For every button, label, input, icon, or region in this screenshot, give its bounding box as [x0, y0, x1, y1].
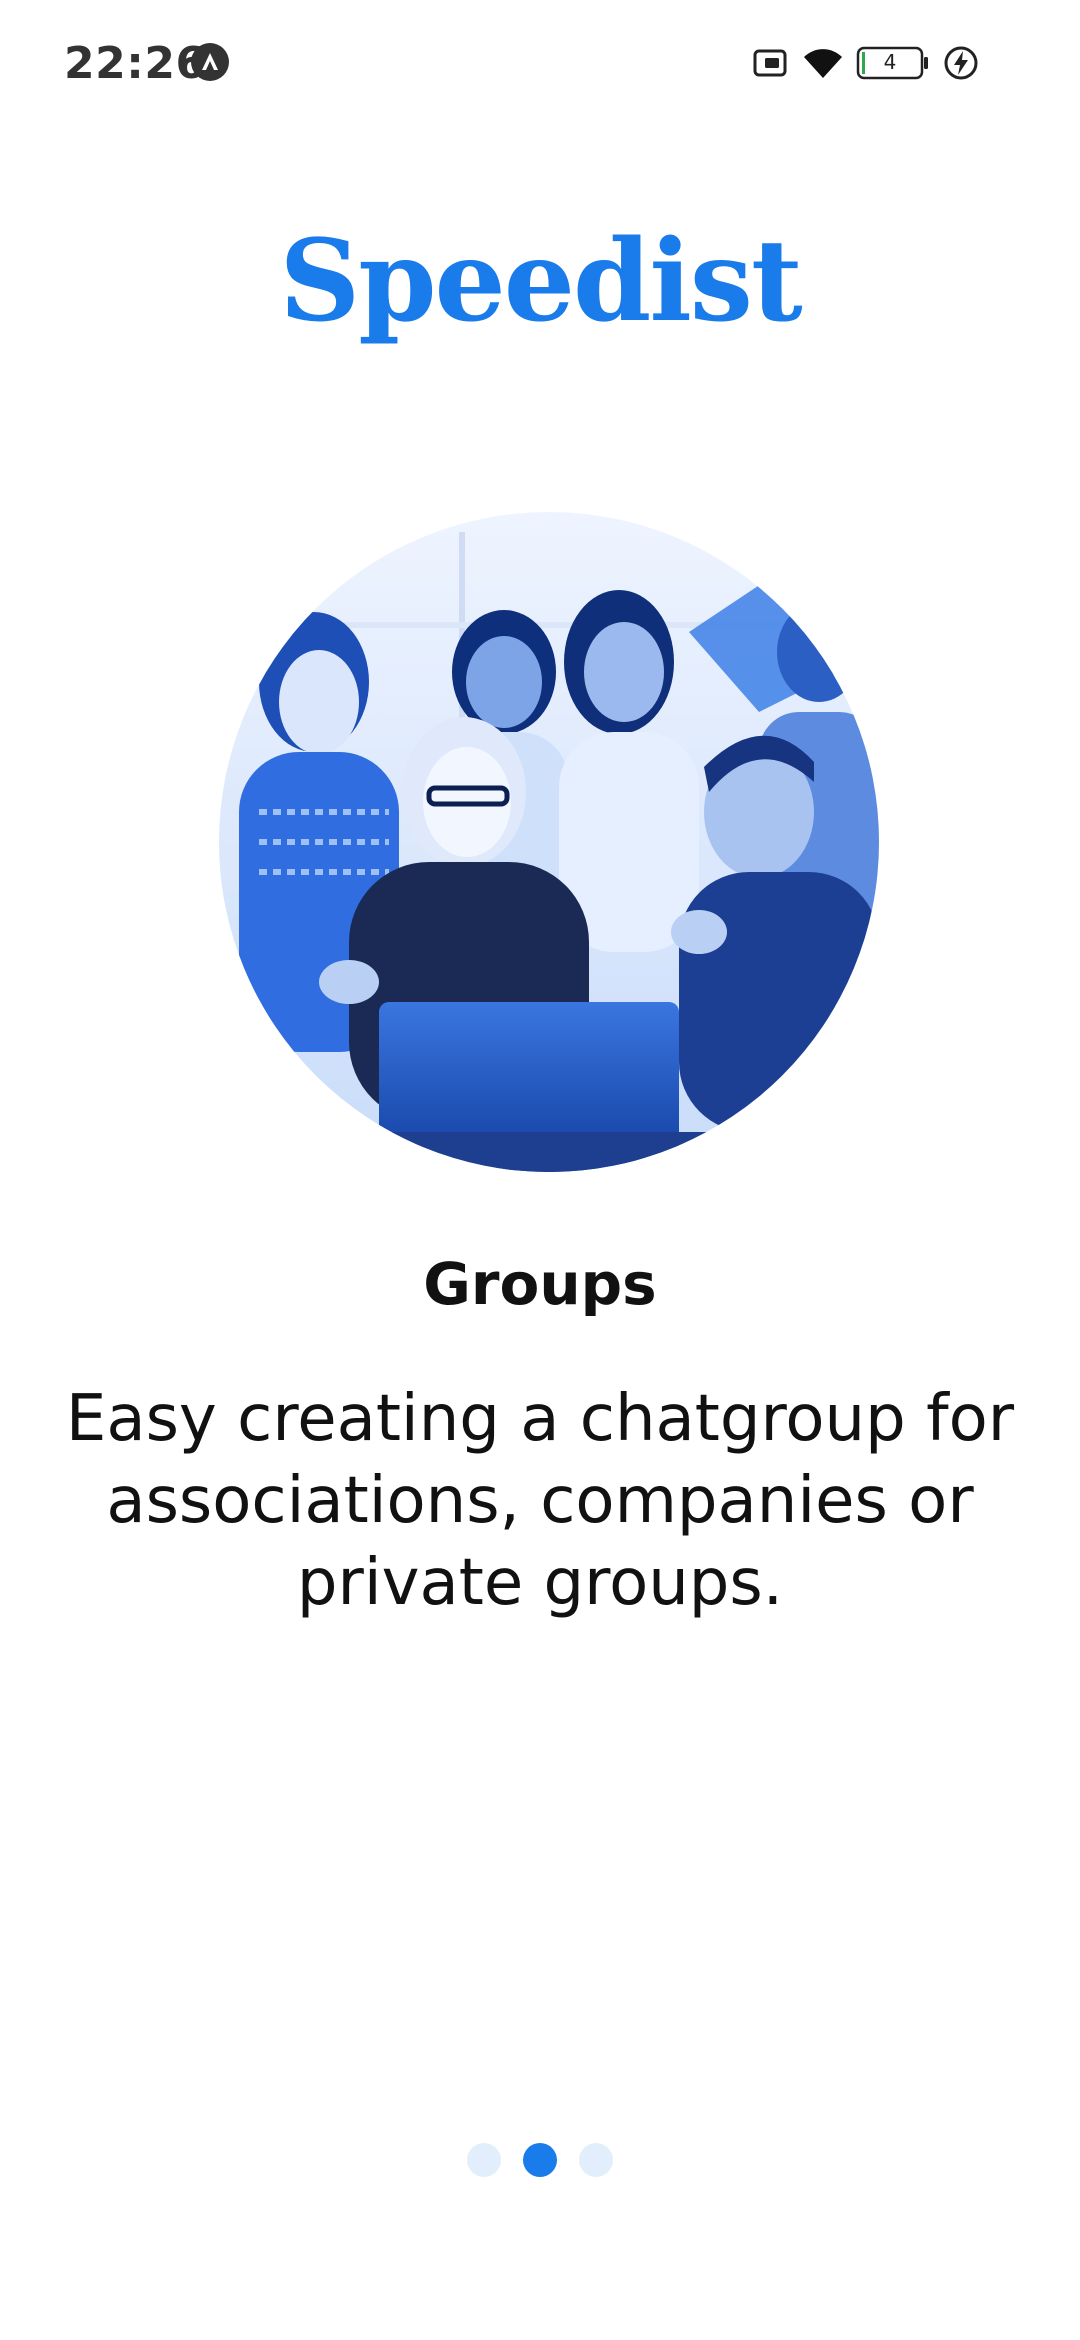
page-dot-3[interactable] — [579, 2143, 613, 2177]
app-logo: Speedist — [279, 216, 802, 347]
page-dot-1[interactable] — [467, 2143, 501, 2177]
slide-description: Easy creating a chatgroup for associatio… — [65, 1382, 1015, 1620]
page-indicator — [0, 2140, 1080, 2180]
status-bar: 22:26 4 — [0, 0, 1080, 124]
charging-icon — [942, 44, 980, 87]
status-icons: 4 — [752, 44, 1022, 82]
battery-icon: 4 — [856, 46, 930, 85]
app-notification-icon — [190, 42, 230, 82]
status-time: 22:26 — [64, 38, 207, 89]
onboarding-illustration — [219, 512, 879, 1172]
wifi-icon — [802, 44, 844, 87]
sim-card-icon — [752, 44, 788, 87]
battery-level: 4 — [883, 50, 897, 74]
slide-title: Groups — [423, 1250, 657, 1318]
page-dot-2-active[interactable] — [523, 2143, 557, 2177]
